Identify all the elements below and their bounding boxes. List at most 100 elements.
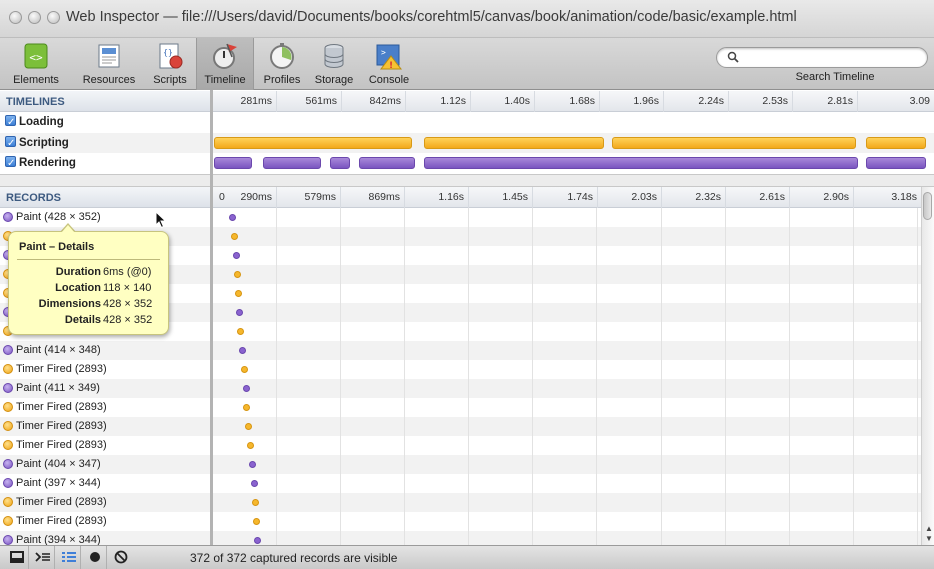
- record-label: Paint (411 × 349): [16, 382, 100, 394]
- tick-label: 281ms: [240, 95, 272, 107]
- tick-label: 842ms: [369, 95, 401, 107]
- paint-marker[interactable]: [254, 537, 261, 544]
- dock-button[interactable]: [5, 546, 29, 569]
- toolbar-elements[interactable]: <> Elements: [2, 38, 70, 90]
- toolbar-storage[interactable]: Storage: [308, 38, 360, 90]
- scroll-up-arrow[interactable]: ▲: [925, 524, 933, 533]
- console-toggle-icon: [35, 552, 50, 562]
- grid-line: [789, 208, 790, 545]
- record-row[interactable]: Paint (404 × 347): [0, 455, 210, 474]
- record-row[interactable]: Timer Fired (2893): [0, 398, 210, 417]
- record-graph-row: [213, 474, 921, 493]
- toolbar-profiles[interactable]: Profiles: [256, 38, 308, 90]
- loading-checkbox[interactable]: [5, 113, 16, 133]
- tick-label: 1.40s: [504, 95, 530, 107]
- record-label: Timer Fired (2893): [16, 420, 107, 432]
- paint-marker[interactable]: [233, 252, 240, 259]
- scroll-down-arrow[interactable]: ▼: [925, 534, 933, 543]
- record-graph-row: [213, 322, 921, 341]
- toolbar-timeline[interactable]: Timeline: [196, 38, 254, 90]
- tooltip-value: 428 × 352: [103, 298, 153, 310]
- timeline-scripting-row[interactable]: Scripting: [0, 133, 210, 154]
- splitter[interactable]: [0, 174, 210, 187]
- timer-marker[interactable]: [241, 366, 248, 373]
- tick-label: 1.12s: [440, 95, 466, 107]
- record-row[interactable]: Paint (397 × 344): [0, 474, 210, 493]
- splitter[interactable]: [213, 174, 934, 187]
- paint-record-icon: [3, 383, 13, 393]
- record-graph-row: [213, 398, 921, 417]
- minimize-window-button[interactable]: [28, 11, 41, 24]
- grid-line: [725, 208, 726, 545]
- records-scrollbar[interactable]: [921, 187, 934, 545]
- toolbar-scripts[interactable]: {} Scripts: [145, 38, 195, 90]
- record-row[interactable]: Timer Fired (2893): [0, 417, 210, 436]
- paint-marker[interactable]: [229, 214, 236, 221]
- scripts-icon: {}: [159, 43, 183, 69]
- clear-button[interactable]: [109, 546, 133, 569]
- tick-label: 561ms: [305, 95, 337, 107]
- rendering-bar: [330, 157, 350, 169]
- grid-line: [340, 208, 341, 545]
- record-row[interactable]: Timer Fired (2893): [0, 512, 210, 531]
- paint-marker[interactable]: [249, 461, 256, 468]
- record-row[interactable]: Timer Fired (2893): [0, 360, 210, 379]
- scripting-checkbox[interactable]: [5, 134, 16, 154]
- paint-marker[interactable]: [239, 347, 246, 354]
- toolbar-resources[interactable]: Resources: [74, 38, 144, 90]
- clear-icon: [114, 550, 128, 564]
- close-window-button[interactable]: [9, 11, 22, 24]
- rendering-checkbox[interactable]: [5, 154, 16, 174]
- record-button[interactable]: [83, 546, 107, 569]
- record-label: Paint (397 × 344): [16, 477, 101, 489]
- search-label: Search Timeline: [795, 71, 875, 83]
- scripting-bar: [424, 137, 604, 149]
- paint-marker[interactable]: [251, 480, 258, 487]
- timer-marker[interactable]: [253, 518, 260, 525]
- console-toggle-button[interactable]: [31, 546, 55, 569]
- paint-marker[interactable]: [243, 385, 250, 392]
- toolbar-label: Resources: [82, 74, 136, 86]
- paint-marker[interactable]: [236, 309, 243, 316]
- timer-marker[interactable]: [243, 404, 250, 411]
- timeline-loading-row[interactable]: Loading: [0, 112, 210, 133]
- svg-text:!: !: [389, 61, 393, 71]
- tick-label: 2.53s: [762, 95, 788, 107]
- record-row[interactable]: Paint (411 × 349): [0, 379, 210, 398]
- record-row[interactable]: Timer Fired (2893): [0, 436, 210, 455]
- scripting-bar: [866, 137, 926, 149]
- timer-record-icon: [3, 402, 13, 412]
- scrollbar-thumb[interactable]: [923, 192, 932, 220]
- rendering-bar: [424, 157, 858, 169]
- timer-marker[interactable]: [247, 442, 254, 449]
- tick-label: 2.61s: [759, 191, 785, 203]
- tooltip-value: 118 × 140: [103, 282, 152, 294]
- toolbar-label: Timeline: [204, 74, 246, 86]
- record-row[interactable]: Timer Fired (2893): [0, 493, 210, 512]
- record-graph-row: [213, 208, 921, 227]
- storage-icon: [324, 44, 344, 68]
- timer-marker[interactable]: [252, 499, 259, 506]
- record-graph-row: [213, 265, 921, 284]
- zoom-window-button[interactable]: [47, 11, 60, 24]
- timeline-rendering-row[interactable]: Rendering: [0, 153, 210, 174]
- timer-marker[interactable]: [234, 271, 241, 278]
- toolbar-console[interactable]: > ! Console: [360, 38, 418, 90]
- records-graph: [213, 208, 921, 545]
- timer-marker[interactable]: [235, 290, 242, 297]
- timer-marker[interactable]: [231, 233, 238, 240]
- record-row[interactable]: Paint (394 × 344): [0, 531, 210, 545]
- record-row[interactable]: Paint (414 × 348): [0, 341, 210, 360]
- grid-line: [532, 208, 533, 545]
- timer-marker[interactable]: [237, 328, 244, 335]
- record-graph-row: [213, 512, 921, 531]
- overview-toggle-button[interactable]: [57, 546, 81, 569]
- search-timeline-input[interactable]: [716, 47, 928, 68]
- timer-record-icon: [3, 516, 13, 526]
- timer-marker[interactable]: [245, 423, 252, 430]
- tick-label: 2.32s: [695, 191, 721, 203]
- record-graph-row: [213, 379, 921, 398]
- toolbar: <> Elements Resources {} Scripts Timelin…: [0, 38, 934, 90]
- tick-label: 1.45s: [502, 191, 528, 203]
- record-row[interactable]: Paint (428 × 352): [0, 208, 210, 227]
